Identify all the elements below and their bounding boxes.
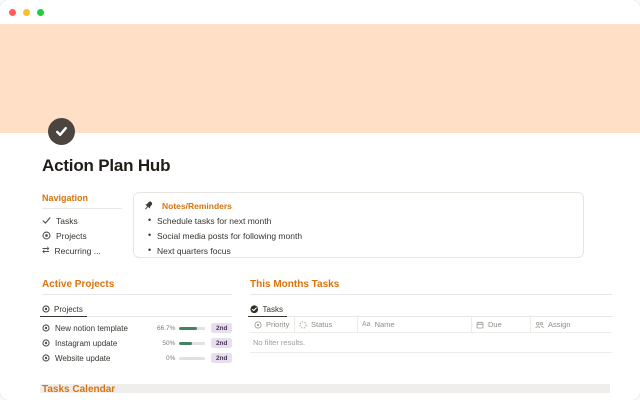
progress-bar (179, 326, 206, 330)
project-percent: 66.7% (157, 324, 176, 332)
nav-link-label: Projects (56, 230, 87, 241)
nav-link-projects[interactable]: Projects (42, 228, 122, 243)
checkmark-icon (42, 217, 51, 224)
tab-tasks[interactable]: Tasks (248, 301, 287, 317)
target-icon (42, 231, 51, 240)
tasks-calendar-strip (40, 384, 610, 393)
tab-label: Projects (54, 304, 83, 314)
quarter-badge: 2nd (211, 338, 232, 348)
priority-icon (254, 320, 262, 329)
recurring-icon: ⇄ (42, 245, 50, 255)
project-name[interactable]: Website update (55, 354, 153, 363)
active-projects-section: Active Projects Projects New notion temp… (40, 279, 232, 365)
no-filter-results-text: No filter results. (250, 333, 612, 353)
callout-bullet: Next quarters focus (143, 245, 573, 256)
quarter-badge: 2nd (211, 353, 232, 363)
column-status[interactable]: Status (295, 317, 358, 332)
text-icon: Aa (362, 321, 371, 328)
nav-link-tasks[interactable]: Tasks (42, 213, 122, 228)
tasks-table-header: Priority Status Aa Name Due Assign (250, 317, 612, 333)
page-cover-image[interactable] (0, 24, 640, 133)
target-icon (42, 354, 50, 362)
progress-bar (179, 341, 206, 345)
page-emoji-icon[interactable] (48, 118, 75, 145)
nav-link-label: Recurring ... (54, 245, 101, 256)
calendar-icon (476, 321, 484, 328)
minimize-window-button[interactable] (23, 8, 30, 16)
callout-bullet-list: Schedule tasks for next month Social med… (143, 215, 573, 256)
project-name[interactable]: Instagram update (55, 339, 153, 348)
project-percent: 0% (166, 354, 176, 362)
close-window-button[interactable] (9, 8, 16, 16)
project-name[interactable]: New notion template (55, 324, 153, 333)
navigation-heading: Navigation (42, 193, 89, 203)
nav-link-recurring[interactable]: ⇄ Recurring ... (42, 243, 122, 258)
tab-projects[interactable]: Projects (40, 301, 87, 317)
people-icon (535, 321, 544, 328)
column-priority[interactable]: Priority (250, 317, 295, 332)
month-tasks-section: This Months Tasks Tasks Priority Status … (248, 279, 612, 353)
quarter-badge: 2nd (211, 323, 232, 333)
check-circle-icon (56, 127, 67, 136)
project-row[interactable]: Instagram update 50% 2nd (42, 336, 232, 350)
project-percent: 50% (162, 339, 176, 347)
callout-bullet: Schedule tasks for next month (143, 215, 573, 226)
tab-label: Tasks (262, 304, 283, 314)
status-icon (299, 320, 307, 329)
active-tab-indicator (248, 315, 287, 317)
active-projects-heading: Active Projects (42, 279, 115, 290)
zoom-window-button[interactable] (37, 8, 44, 16)
progress-bar (179, 356, 206, 360)
divider (250, 316, 612, 317)
pin-icon (145, 201, 153, 210)
callout-title: Notes/Reminders (162, 200, 232, 211)
target-icon (42, 324, 50, 332)
notes-reminders-callout[interactable]: Notes/Reminders Schedule tasks for next … (133, 192, 584, 258)
column-due[interactable]: Due (472, 317, 531, 332)
callout-bullet: Social media posts for following month (143, 230, 573, 241)
project-row[interactable]: New notion template 66.7% 2nd (42, 321, 232, 335)
month-tasks-heading: This Months Tasks (250, 279, 340, 290)
target-icon (42, 339, 50, 347)
target-icon (42, 305, 50, 313)
navigation-section: Navigation Tasks Projects ⇄ Recurring ..… (42, 193, 122, 258)
tasks-calendar-heading: Tasks Calendar (42, 384, 116, 395)
check-circle-icon (250, 305, 259, 313)
nav-link-label: Tasks (56, 215, 78, 226)
project-row[interactable]: Website update 0% 2nd (42, 351, 232, 365)
divider (42, 208, 122, 209)
notion-window: Action Plan Hub Navigation Tasks Project… (0, 0, 640, 400)
page-title: Action Plan Hub (42, 156, 171, 175)
column-name[interactable]: Aa Name (358, 317, 472, 332)
column-assign[interactable]: Assign (531, 317, 612, 332)
window-titlebar (0, 0, 640, 24)
active-tab-indicator (40, 315, 87, 317)
